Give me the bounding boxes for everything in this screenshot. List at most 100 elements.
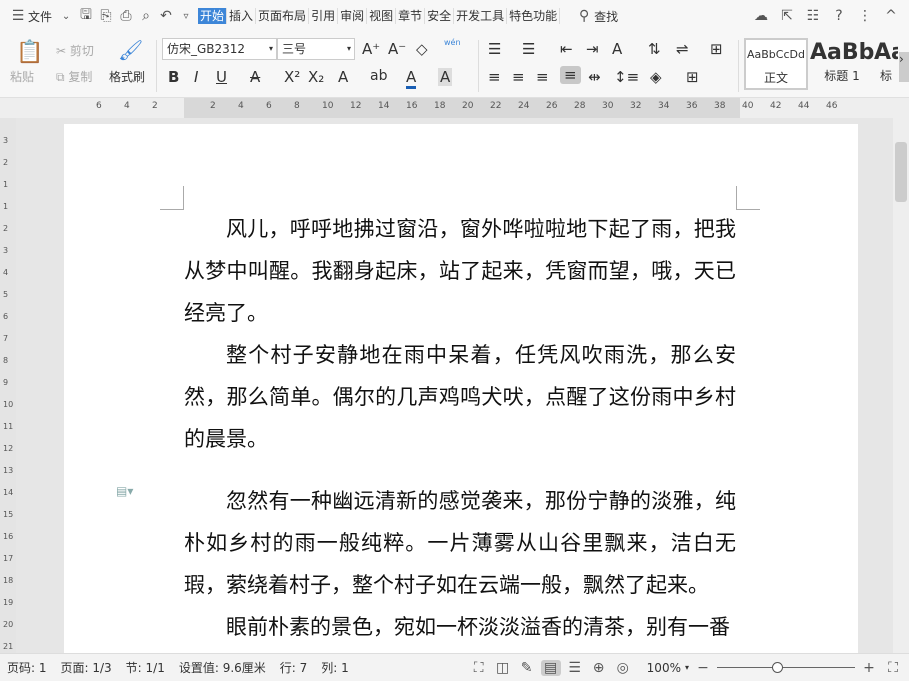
strikethrough-icon[interactable]: A bbox=[250, 68, 260, 86]
vertical-scrollbar[interactable] bbox=[893, 118, 909, 653]
page-count[interactable]: 页面: 1/3 bbox=[54, 659, 119, 676]
clear-format-icon[interactable]: ◇ bbox=[416, 40, 428, 58]
bold-icon[interactable]: B bbox=[168, 68, 179, 86]
document-body[interactable]: 风儿，呼呼地拂过窗沿，窗外哗啦啦地下起了雨，把我从梦中叫醒。我翻身起床，站了起来… bbox=[184, 208, 736, 648]
help-icon[interactable]: ? bbox=[829, 8, 849, 24]
tab-6[interactable]: 章节 bbox=[396, 8, 426, 24]
char-shading-icon[interactable]: A bbox=[438, 68, 453, 86]
ruler-tick: 5 bbox=[3, 290, 9, 299]
sort-icon[interactable]: ⇅ bbox=[648, 40, 661, 58]
justify-icon[interactable]: ≡ bbox=[560, 66, 581, 84]
decrease-indent-icon[interactable]: ⇤ bbox=[560, 40, 573, 58]
zoom-slider[interactable] bbox=[717, 661, 855, 674]
file-menu[interactable]: 文件 bbox=[28, 8, 52, 25]
subscript-icon[interactable]: X₂ bbox=[308, 68, 324, 86]
shading-icon[interactable]: ◈ bbox=[650, 68, 662, 86]
search-icon[interactable]: ⚲ bbox=[574, 8, 594, 24]
copy-button[interactable]: ⧉ 复制 bbox=[56, 68, 92, 85]
tab-2[interactable]: 页面布局 bbox=[256, 8, 310, 24]
fit-window-icon[interactable]: ⛶ bbox=[883, 660, 903, 676]
borders-icon[interactable]: ⊞ bbox=[686, 68, 699, 86]
pinyin-icon[interactable]: wén bbox=[444, 38, 461, 47]
zoom-level[interactable]: 100% bbox=[647, 661, 681, 675]
zoom-in-icon[interactable]: + bbox=[859, 660, 879, 676]
tab-0[interactable]: 开始 bbox=[198, 8, 228, 24]
more-vertical-icon[interactable]: ⋮ bbox=[855, 8, 875, 24]
print-icon[interactable]: ⎙ bbox=[116, 8, 136, 24]
char-spacing-icon[interactable]: A bbox=[612, 40, 622, 58]
undo-icon[interactable]: ↶ bbox=[156, 8, 176, 24]
page[interactable]: 风儿，呼呼地拂过窗沿，窗外哗啦啦地下起了雨，把我从梦中叫醒。我翻身起床，站了起来… bbox=[64, 124, 858, 653]
bullets-icon[interactable]: ☰ bbox=[488, 40, 501, 58]
tab-7[interactable]: 安全 bbox=[425, 8, 455, 24]
ribbon: 📋 粘贴 ✂ 剪切 ⧉ 复制 🖌 格式刷 仿宋_GB2312 ▾ 三号 ▾ A⁺ A… bbox=[0, 32, 909, 98]
zoom-out-icon[interactable]: − bbox=[693, 660, 713, 676]
grow-font-icon[interactable]: A⁺ bbox=[362, 40, 380, 58]
tools-icon[interactable]: ☷ bbox=[803, 8, 823, 24]
ruler-tick: 30 bbox=[602, 101, 614, 111]
align-right-icon[interactable]: ≡ bbox=[536, 68, 549, 86]
export-icon[interactable]: ⎘ bbox=[96, 8, 116, 24]
font-size-select[interactable]: 三号 ▾ bbox=[277, 38, 355, 60]
align-center-icon[interactable]: ≡ bbox=[512, 68, 525, 86]
reading-mode-icon[interactable]: ◫ bbox=[493, 660, 513, 676]
ruler-tick: 22 bbox=[490, 101, 502, 111]
outline-view-icon[interactable]: ☰ bbox=[565, 660, 585, 676]
search-button[interactable]: 查找 bbox=[594, 8, 618, 25]
tab-8[interactable]: 开发工具 bbox=[454, 8, 508, 24]
format-painter-icon[interactable]: 🖌 bbox=[118, 38, 143, 62]
paste-button[interactable]: 粘贴 bbox=[10, 68, 34, 85]
italic-icon[interactable]: I bbox=[194, 68, 198, 86]
style-heading2[interactable]: Aa 标 bbox=[874, 38, 898, 90]
fullscreen-icon[interactable]: ⛶ bbox=[469, 660, 489, 676]
table-grid-icon[interactable]: ⊞ bbox=[710, 40, 723, 58]
numbering-icon[interactable]: ☰ bbox=[522, 40, 535, 58]
web-view-icon[interactable]: ⊕ bbox=[589, 660, 609, 676]
save-icon[interactable]: 🖫 bbox=[76, 4, 96, 28]
tab-1[interactable]: 插入 bbox=[227, 8, 257, 24]
distribute-icon[interactable]: ⇹ bbox=[588, 68, 601, 86]
tab-4[interactable]: 审阅 bbox=[338, 8, 368, 24]
text-effect-icon[interactable]: A bbox=[338, 68, 348, 86]
styles-scroll-button[interactable]: › bbox=[899, 52, 909, 82]
font-color-icon[interactable]: A bbox=[406, 68, 417, 89]
align-left-icon[interactable]: ≡ bbox=[488, 68, 501, 86]
cut-button[interactable]: ✂ 剪切 bbox=[56, 42, 94, 59]
setting-value[interactable]: 设置值: 9.6厘米 bbox=[172, 659, 273, 676]
pen-icon[interactable]: ✎ bbox=[517, 660, 537, 676]
tab-3[interactable]: 引用 bbox=[309, 8, 339, 24]
style-heading1[interactable]: AaBb 标题 1 bbox=[810, 38, 874, 90]
share-icon[interactable]: ⇱ bbox=[777, 8, 797, 24]
paragraph-mark-icon[interactable]: ▤▾ bbox=[116, 484, 133, 498]
collapse-icon[interactable]: ^ bbox=[881, 8, 901, 24]
more-icon[interactable]: ▿ bbox=[176, 11, 196, 22]
zoom-slider-knob[interactable] bbox=[772, 661, 784, 673]
ruler-tick: 38 bbox=[714, 101, 726, 111]
style-normal[interactable]: AaBbCcDd 正文 bbox=[744, 38, 808, 90]
paste-icon[interactable]: 📋 bbox=[16, 40, 43, 65]
highlight-icon[interactable]: ab bbox=[370, 68, 387, 84]
print-preview-icon[interactable]: ⌕ bbox=[136, 8, 156, 24]
line-spacing-icon[interactable]: ↕≡ bbox=[614, 68, 639, 86]
horizontal-ruler[interactable]: 6 4 2 2 4 6 8 10 12 14 16 18 20 22 24 26 28 30 32 34 36 38 40 4… bbox=[0, 98, 909, 118]
chevron-down-icon[interactable]: ⌄ bbox=[56, 11, 76, 22]
format-painter-button[interactable]: 格式刷 bbox=[109, 68, 145, 85]
ruler-tick: 3 bbox=[3, 136, 9, 145]
paragraph: 眼前朴素的景色，宛如一杯淡淡溢香的清茶，别有一番 bbox=[226, 615, 730, 639]
page-number[interactable]: 页码: 1 bbox=[0, 659, 54, 676]
page-view-icon[interactable]: ▤ bbox=[540, 659, 561, 676]
menu-icon[interactable]: ☰ bbox=[8, 8, 28, 24]
increase-indent-icon[interactable]: ⇥ bbox=[586, 40, 599, 58]
superscript-icon[interactable]: X² bbox=[284, 68, 300, 86]
vertical-ruler[interactable]: 3 2 1 1 2 3 4 5 6 7 8 9 10 11 12 13 14 15 16 17 18 19 20 21 bbox=[0, 118, 16, 653]
shrink-font-icon[interactable]: A⁻ bbox=[388, 40, 406, 58]
font-family-select[interactable]: 仿宋_GB2312 ▾ bbox=[162, 38, 277, 60]
ruler-tick: 6 bbox=[3, 312, 9, 321]
text-direction-icon[interactable]: ⇌ bbox=[676, 40, 689, 58]
eye-protect-icon[interactable]: ◎ bbox=[613, 660, 633, 676]
tab-9[interactable]: 特色功能 bbox=[507, 8, 561, 24]
cloud-icon[interactable]: ☁ bbox=[751, 8, 771, 24]
section[interactable]: 节: 1/1 bbox=[119, 659, 172, 676]
tab-5[interactable]: 视图 bbox=[367, 8, 397, 24]
underline-icon[interactable]: U bbox=[216, 68, 227, 86]
